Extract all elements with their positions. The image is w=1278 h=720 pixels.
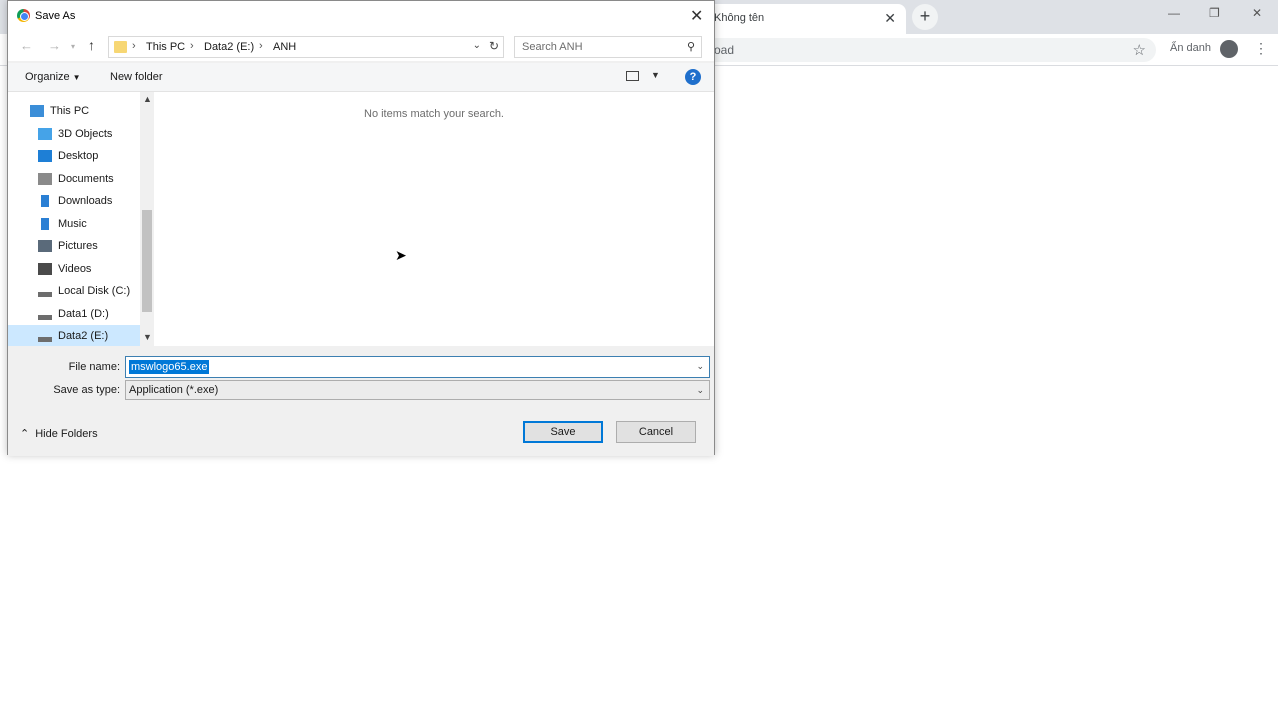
navigation-bar: ← → ▾ ↑ › This PC › Data2 (E:) › ANH ⌄ ↻… [8, 31, 714, 61]
recent-chevron-icon[interactable]: ▾ [71, 42, 75, 51]
folder-icon [114, 41, 127, 53]
tree-item-label: Videos [58, 262, 92, 275]
chevron-up-icon: ⌃ [20, 428, 30, 440]
tree-item[interactable]: Downloads [8, 190, 140, 212]
breadcrumb-separator-icon[interactable]: › [132, 40, 136, 52]
tree-item[interactable]: Data2 (E:) [8, 325, 140, 347]
new-tab-button[interactable]: + [912, 4, 938, 30]
chrome-icon [17, 9, 30, 22]
browser-tab[interactable]: Không tên ✕ [700, 4, 906, 34]
breadcrumb-anh[interactable]: ANH [273, 41, 296, 53]
back-arrow-icon[interactable]: ← [20, 38, 33, 53]
desktop-icon [38, 150, 52, 162]
refresh-icon[interactable]: ↻ [489, 39, 499, 53]
menu-kebab-icon[interactable]: ⋮ [1254, 40, 1268, 57]
tree-item[interactable]: 3D Objects [8, 123, 140, 145]
tree-scrollbar[interactable]: ▲ ▼ [140, 92, 154, 347]
search-placeholder: Search ANH [522, 41, 583, 53]
organize-label: Organize [25, 71, 70, 83]
drive-icon [38, 337, 52, 342]
forward-arrow-icon[interactable]: → [48, 38, 61, 53]
tree-item[interactable]: Data1 (D:) [8, 303, 140, 325]
tree-item[interactable]: Local Disk (C:) [8, 280, 140, 302]
save-as-dialog: Save As ✕ ← → ▾ ↑ › This PC › Data2 (E:)… [7, 0, 715, 456]
breadcrumb-this-pc[interactable]: This PC [146, 41, 185, 53]
view-dropdown-icon[interactable]: ▼ [651, 70, 660, 80]
caret-down-icon: ▼ [72, 73, 81, 82]
breadcrumb-data2[interactable]: Data2 (E:) [204, 41, 254, 53]
tree-item-label: Desktop [58, 150, 99, 162]
hide-folders-button[interactable]: ⌃ Hide Folders [20, 427, 98, 440]
hide-folders-label: Hide Folders [35, 428, 98, 440]
breadcrumb-separator-icon[interactable]: › [259, 40, 263, 52]
cube-icon [38, 127, 52, 140]
tree-item[interactable]: Documents [8, 168, 140, 190]
download-icon [41, 195, 49, 207]
mouse-cursor-icon: ➤ [395, 247, 407, 263]
scroll-up-icon[interactable]: ▲ [143, 94, 152, 104]
tree-item-label: This PC [50, 105, 90, 117]
file-name-input[interactable]: mswlogo65.exe ⌄ [125, 356, 710, 378]
restore-icon[interactable]: ❐ [1209, 6, 1220, 20]
window-close-icon[interactable]: ✕ [1252, 6, 1262, 20]
tab-close-icon[interactable]: ✕ [884, 10, 896, 27]
address-text: oad [714, 43, 735, 57]
pictures-icon [38, 240, 52, 252]
tree-item-label: Local Disk (C:) [58, 285, 131, 297]
tab-title: Không tên [714, 12, 765, 24]
document-icon [38, 172, 52, 185]
tree-item-label: Data2 (E:) [58, 330, 109, 342]
incognito-label: Ẩn danh [1170, 42, 1211, 54]
tree-item-label: Documents [58, 172, 114, 185]
bookmark-star-icon[interactable]: ☆ [1133, 41, 1146, 59]
scroll-down-icon[interactable]: ▼ [143, 332, 152, 342]
command-bar: Organize ▼ New folder ▼ ? [8, 63, 714, 91]
help-icon[interactable]: ? [685, 69, 701, 85]
tree-item[interactable]: Desktop [8, 145, 140, 167]
path-bar[interactable]: › This PC › Data2 (E:) › ANH ⌄ ↻ [108, 36, 504, 58]
save-type-label: Save as type: [53, 384, 120, 396]
search-input[interactable]: Search ANH ⚲ [514, 36, 702, 58]
view-options-icon[interactable] [626, 71, 639, 81]
tree-item-label: Pictures [58, 240, 98, 252]
dialog-titlebar[interactable]: Save As ✕ [8, 1, 714, 31]
file-name-label: File name: [68, 361, 120, 373]
dialog-close-icon[interactable]: ✕ [690, 6, 703, 26]
path-dropdown-icon[interactable]: ⌄ [473, 40, 481, 51]
music-icon [41, 217, 49, 230]
empty-message: No items match your search. [364, 108, 504, 120]
scroll-thumb[interactable] [142, 210, 152, 312]
save-type-dropdown-icon[interactable]: ⌄ [696, 385, 704, 396]
tree-item[interactable]: Videos [8, 258, 140, 280]
drive-icon [38, 292, 52, 297]
tree-item-label: Music [58, 217, 87, 230]
incognito-icon[interactable] [1220, 40, 1238, 58]
address-bar[interactable]: oad ☆ [700, 38, 1156, 62]
video-icon [38, 262, 52, 275]
new-folder-button[interactable]: New folder [110, 71, 163, 83]
save-button[interactable]: Save [523, 421, 603, 443]
save-type-value: Application (*.exe) [129, 384, 219, 396]
file-name-dropdown-icon[interactable]: ⌄ [696, 361, 704, 372]
tree-item-label: Data1 (D:) [58, 307, 109, 320]
tree-item[interactable]: This PC [8, 100, 140, 122]
navigation-tree: This PC 3D Objects Desktop Documents Downloa… [8, 91, 154, 347]
cancel-button[interactable]: Cancel [616, 421, 696, 443]
tree-item[interactable]: Music [8, 213, 140, 235]
search-icon[interactable]: ⚲ [687, 40, 695, 53]
file-list-pane[interactable]: No items match your search. [154, 91, 714, 346]
dialog-title: Save As [35, 10, 76, 22]
tree-item-label: Downloads [58, 195, 113, 207]
computer-icon [30, 105, 44, 117]
minimize-icon[interactable]: — [1168, 6, 1180, 20]
save-type-select[interactable]: Application (*.exe) ⌄ [125, 380, 710, 400]
drive-icon [38, 314, 52, 320]
up-arrow-icon[interactable]: ↑ [88, 37, 95, 53]
tree-item-label: 3D Objects [58, 127, 113, 140]
file-name-value: mswlogo65.exe [129, 360, 210, 374]
save-form: File name: mswlogo65.exe ⌄ Save as type:… [8, 346, 714, 456]
organize-button[interactable]: Organize ▼ [25, 71, 81, 83]
tree-item[interactable]: Pictures [8, 235, 140, 257]
breadcrumb-separator-icon[interactable]: › [190, 40, 194, 52]
